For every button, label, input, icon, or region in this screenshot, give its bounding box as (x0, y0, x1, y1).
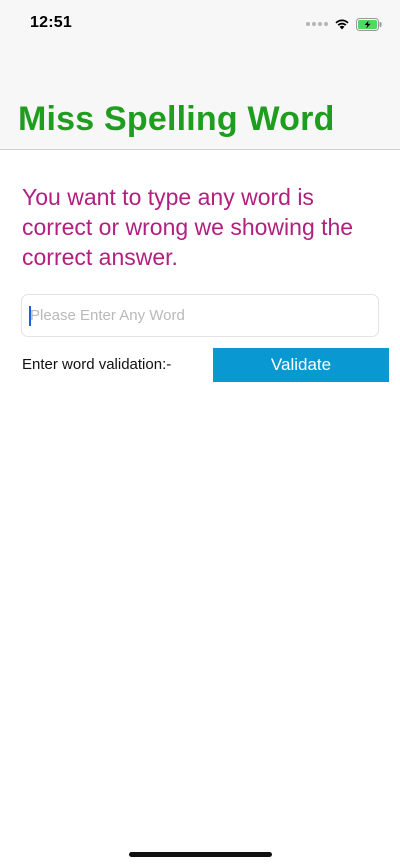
validation-label: Enter word validation:- (22, 356, 172, 373)
app-screen: 12:51 Miss Spelling Word You want to typ… (0, 0, 400, 866)
text-caret (29, 306, 31, 326)
battery-charging-icon (356, 17, 382, 31)
home-indicator[interactable] (129, 852, 272, 857)
instruction-text: You want to type any word is correct or … (22, 184, 354, 270)
navigation-header: 12:51 Miss Spelling Word (0, 0, 400, 150)
status-time: 12:51 (30, 14, 72, 31)
word-input[interactable] (21, 294, 379, 337)
signal-dots-icon (306, 22, 328, 26)
wifi-icon (335, 19, 349, 30)
validate-button[interactable]: Validate (213, 348, 389, 382)
page-title: Miss Spelling Word (18, 100, 335, 138)
status-icons (306, 16, 382, 32)
